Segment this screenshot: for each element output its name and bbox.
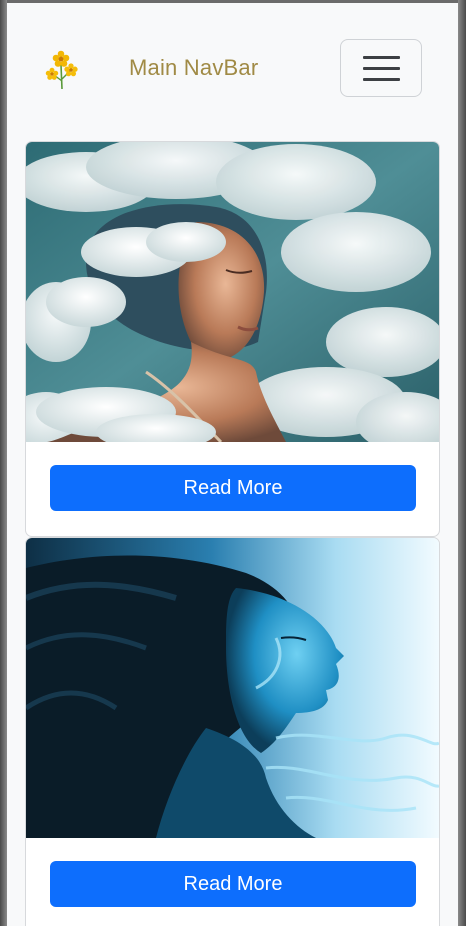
read-more-button[interactable]: Read More	[50, 465, 416, 511]
card: Read More	[25, 537, 440, 926]
read-more-button[interactable]: Read More	[50, 861, 416, 907]
main-navbar: Main NavBar	[7, 3, 458, 127]
card-list: Read More Read More	[7, 127, 458, 926]
card-image-woman-clouds	[26, 142, 439, 442]
card: Read More	[25, 141, 440, 537]
navbar-toggler-button[interactable]	[340, 39, 422, 97]
app-window: Main NavBar Read More Read More	[0, 0, 466, 926]
brand-logo-link[interactable]	[44, 49, 80, 91]
flower-icon	[45, 50, 78, 90]
navbar-brand-title[interactable]: Main NavBar	[129, 55, 258, 81]
card-image-woman-blue-smoke	[26, 538, 439, 838]
window-frame-left	[0, 0, 7, 926]
window-frame-right	[458, 0, 466, 926]
